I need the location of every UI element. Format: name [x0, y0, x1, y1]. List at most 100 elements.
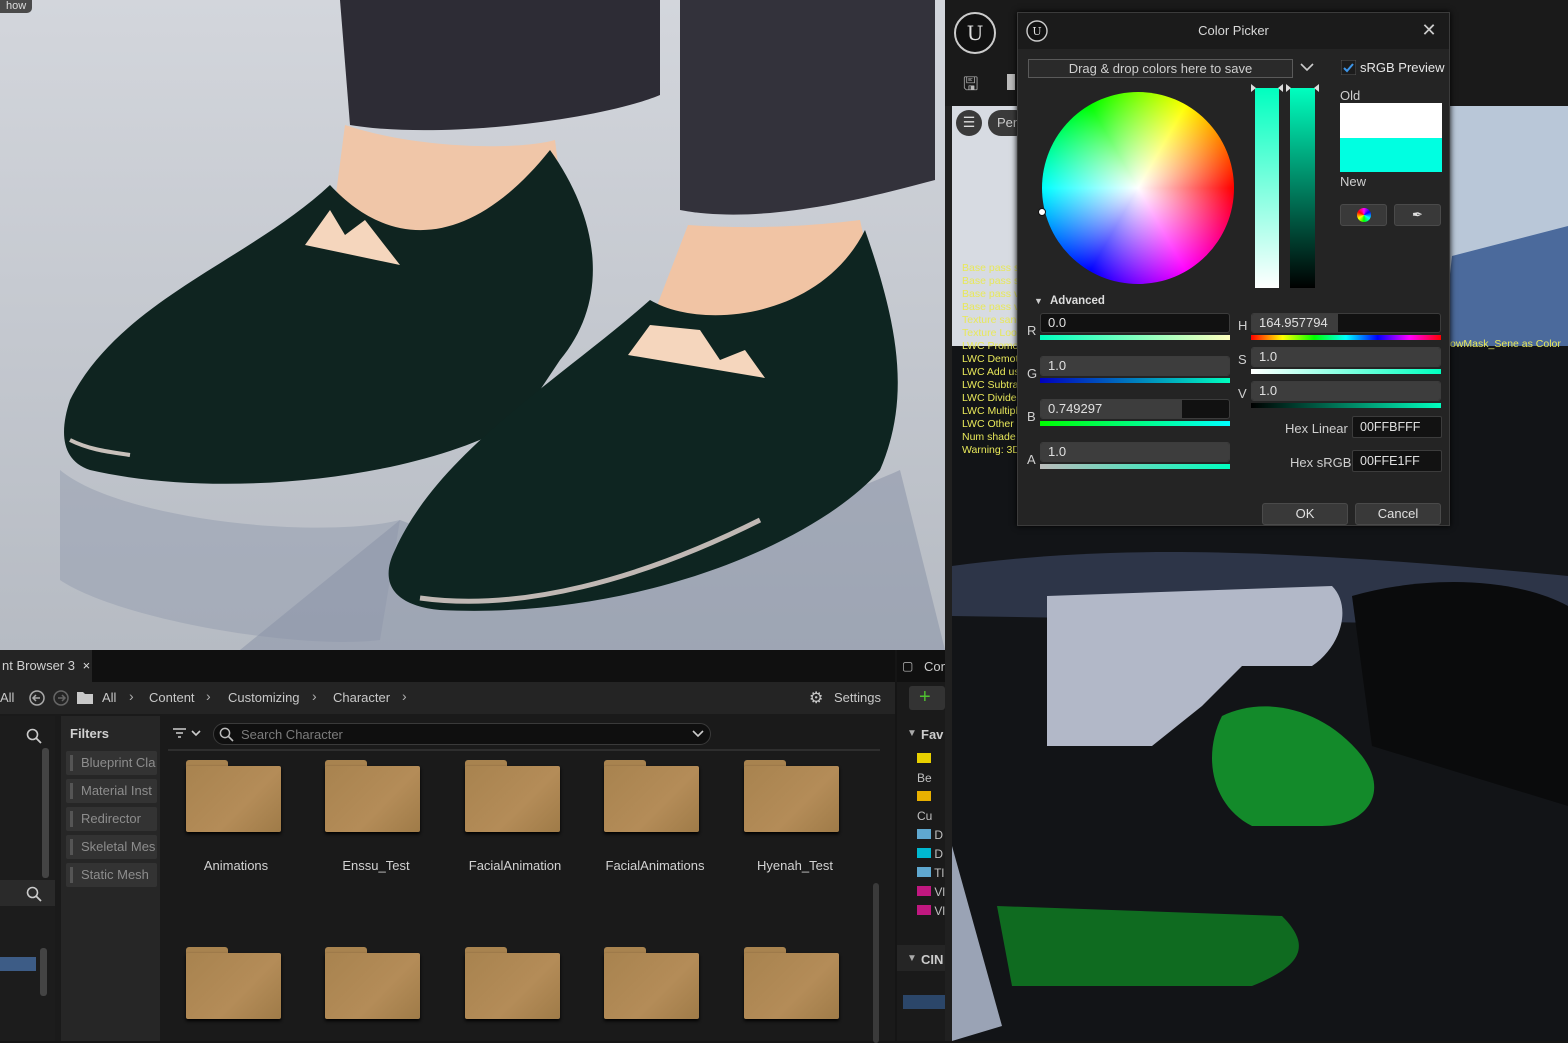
viewport-left[interactable]: how [0, 0, 945, 650]
toolbar-icon[interactable] [1007, 74, 1015, 90]
color-wheel-mode-button[interactable] [1340, 204, 1387, 226]
forward-icon[interactable] [52, 689, 70, 707]
eyedropper-icon[interactable]: ✒ [1394, 204, 1441, 226]
tree-item[interactable]: D [917, 826, 945, 845]
folder-enssu-test[interactable] [325, 760, 420, 832]
breadcrumb-content[interactable]: Content [149, 690, 195, 705]
new-color-swatch [1340, 138, 1442, 172]
color-theme-drop-zone[interactable]: Drag & drop colors here to save [1028, 59, 1293, 78]
filter-redirector[interactable]: Redirector [66, 807, 157, 831]
chevron-down-icon[interactable] [1300, 63, 1314, 73]
chevron-right-icon[interactable]: › [312, 688, 317, 704]
folder-item[interactable] [604, 947, 699, 1019]
breadcrumb-customizing[interactable]: Customizing [228, 690, 300, 705]
breadcrumb-all[interactable]: All [102, 690, 116, 705]
search-input[interactable]: Search Character [213, 723, 711, 745]
h-gradient [1251, 335, 1441, 340]
folder-item[interactable] [465, 947, 560, 1019]
tree-item[interactable]: Cu [917, 788, 945, 826]
tree-item[interactable]: Be [917, 750, 945, 788]
srgb-preview-checkbox[interactable] [1340, 59, 1357, 76]
h-input[interactable]: 164.957794 [1251, 313, 1441, 333]
slider-handle-icon[interactable] [1286, 84, 1319, 92]
folder-item[interactable] [744, 947, 839, 1019]
filter-blueprint-class[interactable]: Blueprint Cla [66, 751, 157, 775]
a-input[interactable]: 1.0 [1040, 442, 1230, 462]
show-menu-label[interactable]: how [0, 0, 33, 13]
tree-item[interactable]: Vl [917, 883, 945, 902]
tree-item[interactable]: Vl [917, 902, 945, 921]
advanced-label[interactable]: Advanced [1050, 295, 1105, 307]
old-color-swatch[interactable] [1340, 103, 1442, 138]
folder-label: Hyenah_Test [757, 858, 833, 873]
sources-scrollbar[interactable] [42, 748, 49, 878]
tree-list: Be Cu D D Tl Vl Vl [917, 750, 945, 921]
tab-content-browser[interactable]: nt Browser 3 × [0, 650, 92, 682]
collapse-icon[interactable]: ▼ [907, 953, 917, 964]
content-browser: nt Browser 3 × All All › Content › Custo… [0, 650, 895, 1043]
warning-text-tail: owMask_Sene as Color [1450, 338, 1561, 350]
close-icon[interactable]: ✕ [1418, 20, 1440, 42]
settings-button[interactable]: Settings [834, 690, 881, 705]
color-picker-titlebar[interactable]: U Color Picker ✕ [1018, 13, 1449, 49]
folder-hyenah-test[interactable] [744, 760, 839, 832]
folder-animations[interactable] [186, 760, 281, 832]
slider-handle-icon[interactable] [1251, 84, 1283, 92]
unreal-logo-icon: U [954, 12, 996, 54]
advanced-expand-icon[interactable]: ▼ [1034, 296, 1043, 306]
b-input[interactable]: 0.749297 [1040, 399, 1230, 419]
color-wheel-selector[interactable] [1038, 208, 1046, 216]
add-button[interactable]: + [909, 686, 945, 710]
back-icon[interactable] [28, 689, 46, 707]
search-icon[interactable] [26, 728, 42, 744]
saturation-slider[interactable] [1255, 88, 1279, 288]
value-slider[interactable] [1290, 88, 1315, 288]
color-wheel[interactable] [1042, 92, 1234, 284]
s-label: S [1238, 352, 1247, 367]
selected-folder-row[interactable] [0, 957, 36, 971]
grid-scrollbar[interactable] [873, 883, 879, 1043]
tree-item[interactable]: D [917, 845, 945, 864]
content-browser-tabbar: nt Browser 3 × [0, 650, 895, 682]
chevron-right-icon[interactable]: › [206, 688, 211, 704]
r-gradient [1040, 335, 1230, 340]
g-input[interactable]: 1.0 [1040, 356, 1230, 376]
filter-static-mesh[interactable]: Static Mesh [66, 863, 157, 887]
cancel-button[interactable]: Cancel [1355, 503, 1441, 525]
h-label: H [1238, 318, 1248, 333]
tree-item[interactable]: Tl [917, 864, 945, 883]
folder-facialanimation[interactable] [465, 760, 560, 832]
all-label[interactable]: All [0, 690, 14, 705]
hex-linear-input[interactable]: 00FFBFFF [1352, 416, 1442, 438]
save-icon[interactable]: 🖫 [963, 72, 978, 102]
collapse-icon[interactable]: ▼ [907, 728, 917, 739]
s-input[interactable]: 1.0 [1251, 347, 1441, 367]
gear-icon[interactable]: ⚙ [809, 688, 823, 708]
r-input[interactable]: 0.0 [1040, 313, 1230, 333]
filter-skeletal-mesh[interactable]: Skeletal Mes [66, 835, 157, 859]
folder-icon[interactable] [76, 690, 94, 705]
tree-scrollbar[interactable] [40, 948, 47, 996]
filter-icon[interactable] [172, 727, 204, 741]
a-gradient [1040, 464, 1230, 469]
chevron-right-icon[interactable]: › [402, 688, 407, 704]
chevron-down-icon[interactable] [692, 730, 704, 738]
hamburger-menu-icon[interactable]: ☰ [956, 110, 982, 136]
folder-item[interactable] [186, 947, 281, 1019]
ok-button[interactable]: OK [1262, 503, 1348, 525]
v-input[interactable]: 1.0 [1251, 381, 1441, 401]
chevron-right-icon[interactable]: › [129, 688, 134, 704]
hex-srgb-input[interactable]: 00FFE1FF [1352, 450, 1442, 472]
b-gradient [1040, 421, 1230, 426]
filter-material-instance[interactable]: Material Inst [66, 779, 157, 803]
b-label: B [1027, 409, 1036, 424]
search-icon[interactable] [26, 886, 42, 902]
folder-label: FacialAnimation [468, 858, 562, 873]
selected-tree-row[interactable] [903, 995, 945, 1009]
tab-close-icon[interactable]: × [83, 658, 91, 673]
breadcrumb-character[interactable]: Character [333, 690, 390, 705]
dialog-title: Color Picker [1198, 23, 1269, 38]
folder-item[interactable] [325, 947, 420, 1019]
folder-facialanimations[interactable] [604, 760, 699, 832]
content-panel-mini: ▢ Con + ▼ Fav Be Cu D D Tl Vl Vl ▼ CIN [897, 650, 948, 1041]
